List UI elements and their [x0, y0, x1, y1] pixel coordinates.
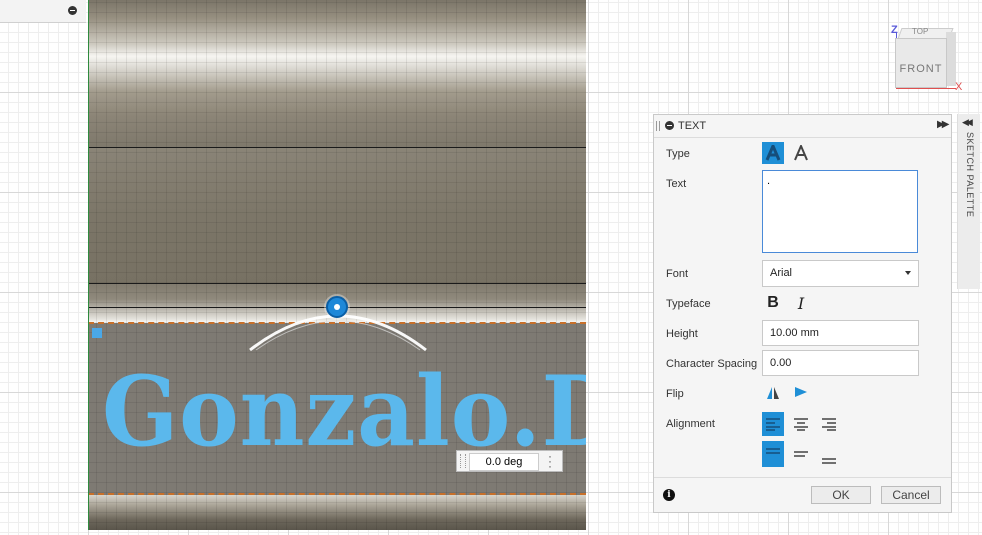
info-icon[interactable]: i	[663, 489, 675, 501]
collapse-icon[interactable]	[68, 6, 77, 15]
italic-icon: I	[797, 293, 805, 313]
align-left-icon	[766, 418, 780, 431]
dialog-header[interactable]: TEXT ▶▶	[654, 115, 951, 138]
minimize-icon[interactable]	[665, 121, 674, 130]
text-label: Text	[666, 178, 687, 190]
ok-button[interactable]: OK	[811, 486, 871, 504]
text-input[interactable]: .	[762, 170, 918, 253]
flip-vertical-icon	[795, 387, 807, 397]
align-right-icon	[822, 418, 836, 431]
flip-vertical-button[interactable]	[790, 382, 812, 404]
dialog-divider	[654, 477, 951, 478]
font-label: Font	[666, 268, 689, 280]
font-value: Arial	[770, 267, 793, 279]
character-spacing-input[interactable]: 0.00	[762, 350, 919, 376]
flip-horizontal-icon	[767, 387, 779, 399]
sketch-palette-tab[interactable]: ◀◀ SKETCH PALETTE	[957, 114, 980, 289]
type-solid-button[interactable]	[762, 142, 784, 164]
text-solid-icon	[765, 145, 781, 161]
angle-input[interactable]	[469, 453, 539, 471]
height-label: Height	[666, 328, 698, 340]
align-bottom-button[interactable]	[818, 445, 840, 471]
angle-input-box[interactable]: ···	[456, 450, 563, 472]
typeface-label: Typeface	[666, 298, 711, 310]
dialog-title: TEXT	[678, 120, 707, 132]
edge-line	[88, 147, 586, 148]
height-input[interactable]: 10.00 mm	[762, 320, 919, 346]
expand-icon[interactable]: ▶▶	[937, 119, 950, 130]
align-middle-icon	[794, 451, 808, 457]
rotation-handle[interactable]	[326, 296, 348, 318]
bold-icon: B	[767, 294, 779, 311]
model-viewport[interactable]: 50 25 Gonzalo.D ···	[88, 0, 586, 530]
align-middle-button[interactable]	[790, 441, 812, 467]
sketch-palette-label: SKETCH PALETTE	[965, 132, 975, 218]
align-left-button[interactable]	[762, 412, 784, 436]
align-top-button[interactable]	[762, 441, 784, 467]
browser-tab[interactable]	[0, 0, 86, 23]
cancel-button[interactable]: Cancel	[881, 486, 941, 504]
view-cube-front[interactable]: FRONT	[895, 38, 947, 88]
selection-handle[interactable]	[92, 328, 102, 338]
sketch-text[interactable]: Gonzalo.D	[102, 362, 586, 462]
text-outline-icon	[794, 145, 808, 161]
axis-z-label: Z	[891, 24, 898, 36]
panel-grip-icon[interactable]	[656, 121, 660, 131]
flip-label: Flip	[666, 388, 684, 400]
align-center-button[interactable]	[790, 412, 812, 436]
align-bottom-icon	[822, 458, 836, 464]
italic-button[interactable]: I	[790, 292, 812, 314]
collapse-left-icon[interactable]: ◀◀	[962, 117, 973, 128]
ruler-label: 50	[88, 28, 91, 45]
view-cube[interactable]: TOP FRONT Z X	[885, 20, 975, 100]
ruler-label: 25	[88, 276, 91, 293]
alignment-label: Alignment	[666, 418, 715, 430]
origin-axis-line	[88, 0, 89, 530]
axis-x-label: X	[955, 81, 963, 93]
view-cube-side[interactable]	[946, 32, 956, 86]
align-right-button[interactable]	[818, 412, 840, 436]
bold-button[interactable]: B	[762, 292, 784, 314]
type-label: Type	[666, 148, 690, 160]
align-center-icon	[794, 418, 808, 431]
character-spacing-label: Character Spacing	[666, 358, 758, 370]
chevron-down-icon	[905, 271, 911, 275]
view-cube-top-label: TOP	[912, 27, 929, 36]
align-top-icon	[766, 448, 780, 454]
type-outline-button[interactable]	[790, 142, 812, 164]
more-options-icon[interactable]: · · ·	[547, 450, 553, 472]
drag-grip-icon[interactable]	[460, 454, 466, 468]
profile-dash-bottom	[88, 493, 586, 495]
edge-line	[88, 283, 586, 284]
flip-horizontal-button[interactable]	[762, 382, 784, 404]
text-dialog: TEXT ▶▶ Type Text . Font Arial Typeface …	[653, 114, 952, 513]
font-select[interactable]: Arial	[762, 260, 919, 287]
